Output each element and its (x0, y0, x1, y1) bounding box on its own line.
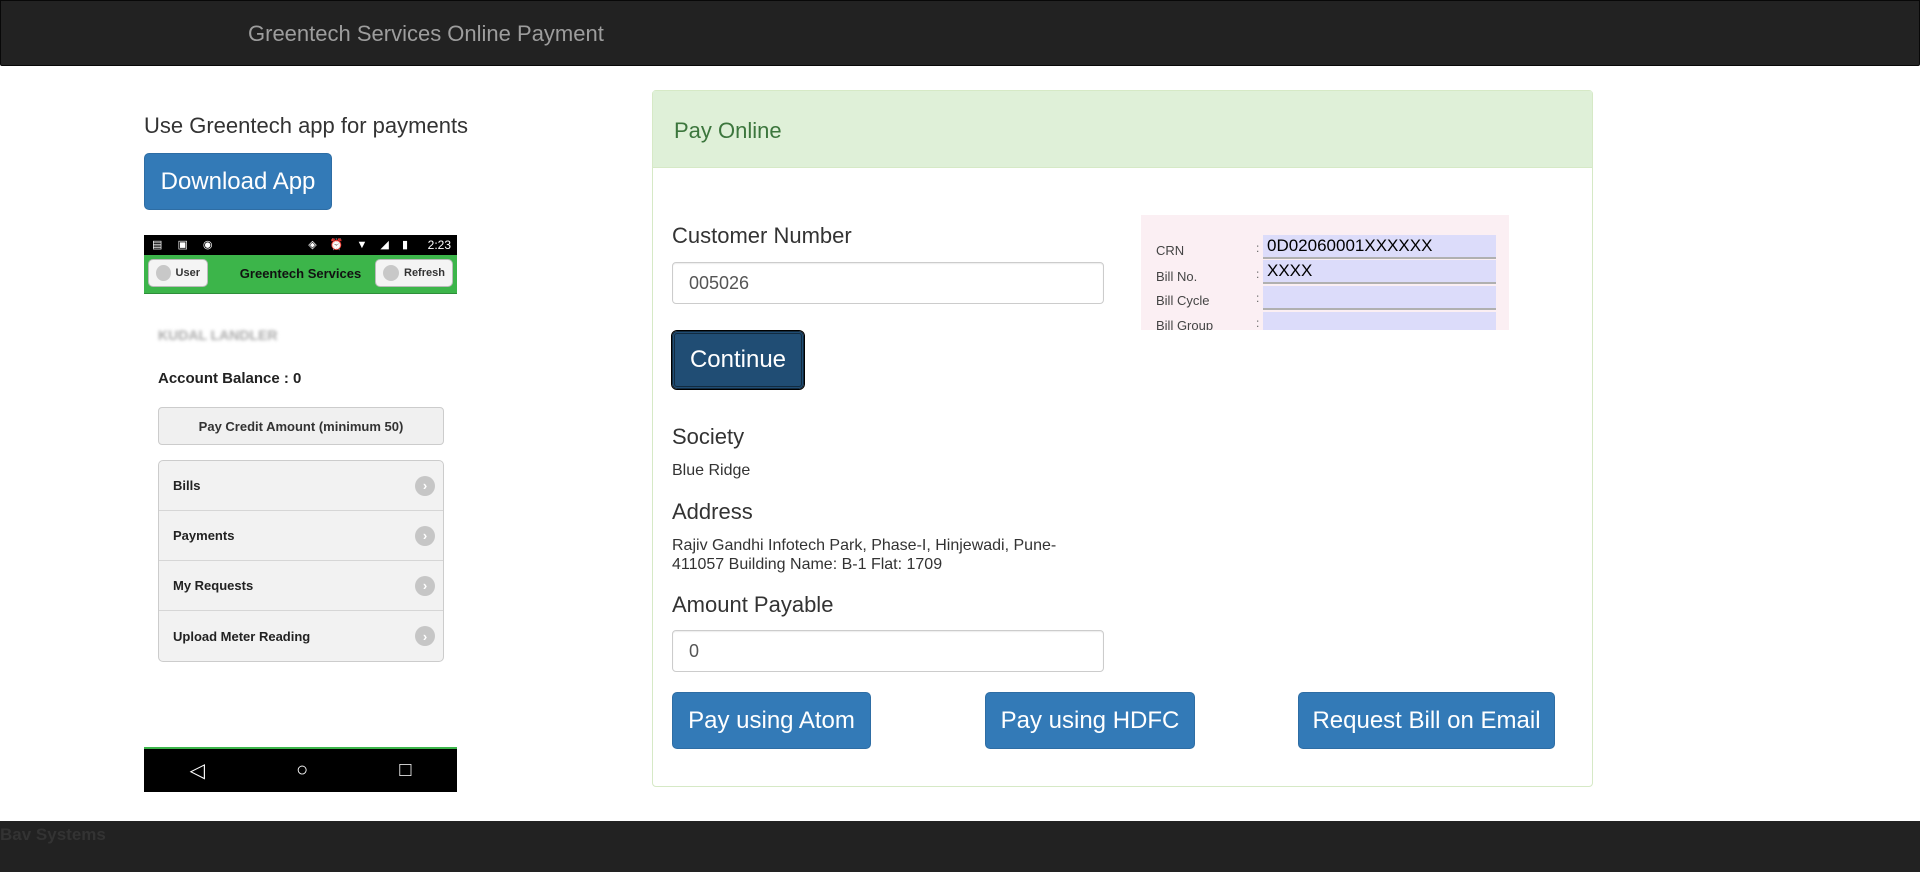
chevron-right-icon: › (415, 525, 435, 546)
back-icon: ◁ (189, 760, 205, 782)
continue-button[interactable]: Continue (671, 330, 805, 390)
amount-payable-input[interactable] (672, 630, 1104, 672)
phone-menu-item: Bills › (159, 461, 443, 511)
top-navbar: Greentech Services Online Payment (0, 0, 1920, 66)
phone-status-bar: ▤ ▣ ◉ ◈ ⏰ ▼ ◢ ▮ 2:23 (144, 235, 457, 255)
phone-nav-bar: ◁ ○ □ (144, 747, 457, 792)
notification-icons: ▤ ▣ ◉ (152, 239, 219, 251)
chevron-right-icon: › (415, 575, 435, 596)
bill-cycle-label: Bill Cycle (1156, 293, 1210, 308)
amount-payable-label: Amount Payable (672, 592, 834, 617)
status-time: 2:23 (427, 238, 451, 252)
pay-online-panel: Pay Online (652, 90, 1593, 787)
pay-atom-button[interactable]: Pay using Atom (672, 692, 871, 749)
phone-menu-item: Upload Meter Reading › (159, 611, 443, 661)
customer-number-label: Customer Number (672, 223, 852, 248)
phone-account-balance: Account Balance : 0 (158, 370, 302, 387)
customer-number-input[interactable] (672, 262, 1104, 304)
phone-pay-credit-button: Pay Credit Amount (minimum 50) (158, 407, 444, 445)
bill-crn-label: CRN (1156, 243, 1185, 258)
recents-icon: □ (399, 759, 412, 781)
refresh-icon (383, 265, 399, 281)
phone-refresh-button: Refresh (375, 259, 453, 287)
download-app-button[interactable]: Download App (144, 153, 332, 210)
bill-sample-image: CRN : 0D02060001XXXXXX Bill No. : XXXX B… (1141, 215, 1509, 330)
phone-menu-item-label: Upload Meter Reading (173, 628, 311, 644)
address-line-1: Rajiv Gandhi Infotech Park, Phase-I, Hin… (672, 537, 1057, 554)
panel-heading: Pay Online (653, 91, 1592, 168)
phone-app-header: User Greentech Services Refresh (144, 255, 457, 294)
footer-text: Bav Systems (0, 825, 106, 844)
society-value: Blue Ridge (672, 462, 751, 479)
phone-menu-item-label: Bills (173, 478, 201, 493)
phone-menu-list: Bills › Payments › My Requests › Upload … (158, 460, 444, 662)
bill-group-value (1263, 312, 1496, 330)
phone-menu-item: My Requests › (159, 561, 443, 611)
chevron-right-icon: › (415, 475, 435, 496)
chevron-right-icon: › (415, 626, 435, 646)
status-icons: ◈ ⏰ ▼ ◢ ▮ (308, 239, 413, 251)
phone-menu-item-label: Payments (173, 528, 235, 543)
panel-title: Pay Online (674, 118, 782, 143)
footer: Bav Systems (0, 821, 1920, 872)
bill-crn-value: 0D02060001XXXXXX (1263, 235, 1496, 259)
address-line-2: 411057 Building Name: B-1 Flat: 1709 (672, 556, 943, 573)
bill-no-label: Bill No. (1156, 269, 1198, 284)
phone-menu-item: Payments › (159, 511, 443, 561)
address-label: Address (672, 499, 753, 524)
phone-app-screenshot: ▤ ▣ ◉ ◈ ⏰ ▼ ◢ ▮ 2:23 User Greentech Serv… (144, 235, 457, 792)
pay-hdfc-button[interactable]: Pay using HDFC (985, 692, 1195, 749)
bill-cycle-value (1263, 286, 1496, 310)
society-label: Society (672, 424, 745, 449)
phone-user-name-blurred: KUDAL LANDLER (158, 327, 278, 343)
navbar-brand[interactable]: Greentech Services Online Payment (248, 21, 604, 47)
phone-refresh-label: Refresh (404, 267, 445, 279)
bill-no-value: XXXX (1263, 260, 1496, 284)
app-promo-text: Use Greentech app for payments (144, 113, 469, 138)
bill-group-label: Bill Group (1156, 318, 1214, 330)
home-icon: ○ (296, 759, 309, 781)
request-bill-email-button[interactable]: Request Bill on Email (1298, 692, 1555, 749)
phone-menu-item-label: My Requests (173, 578, 254, 593)
